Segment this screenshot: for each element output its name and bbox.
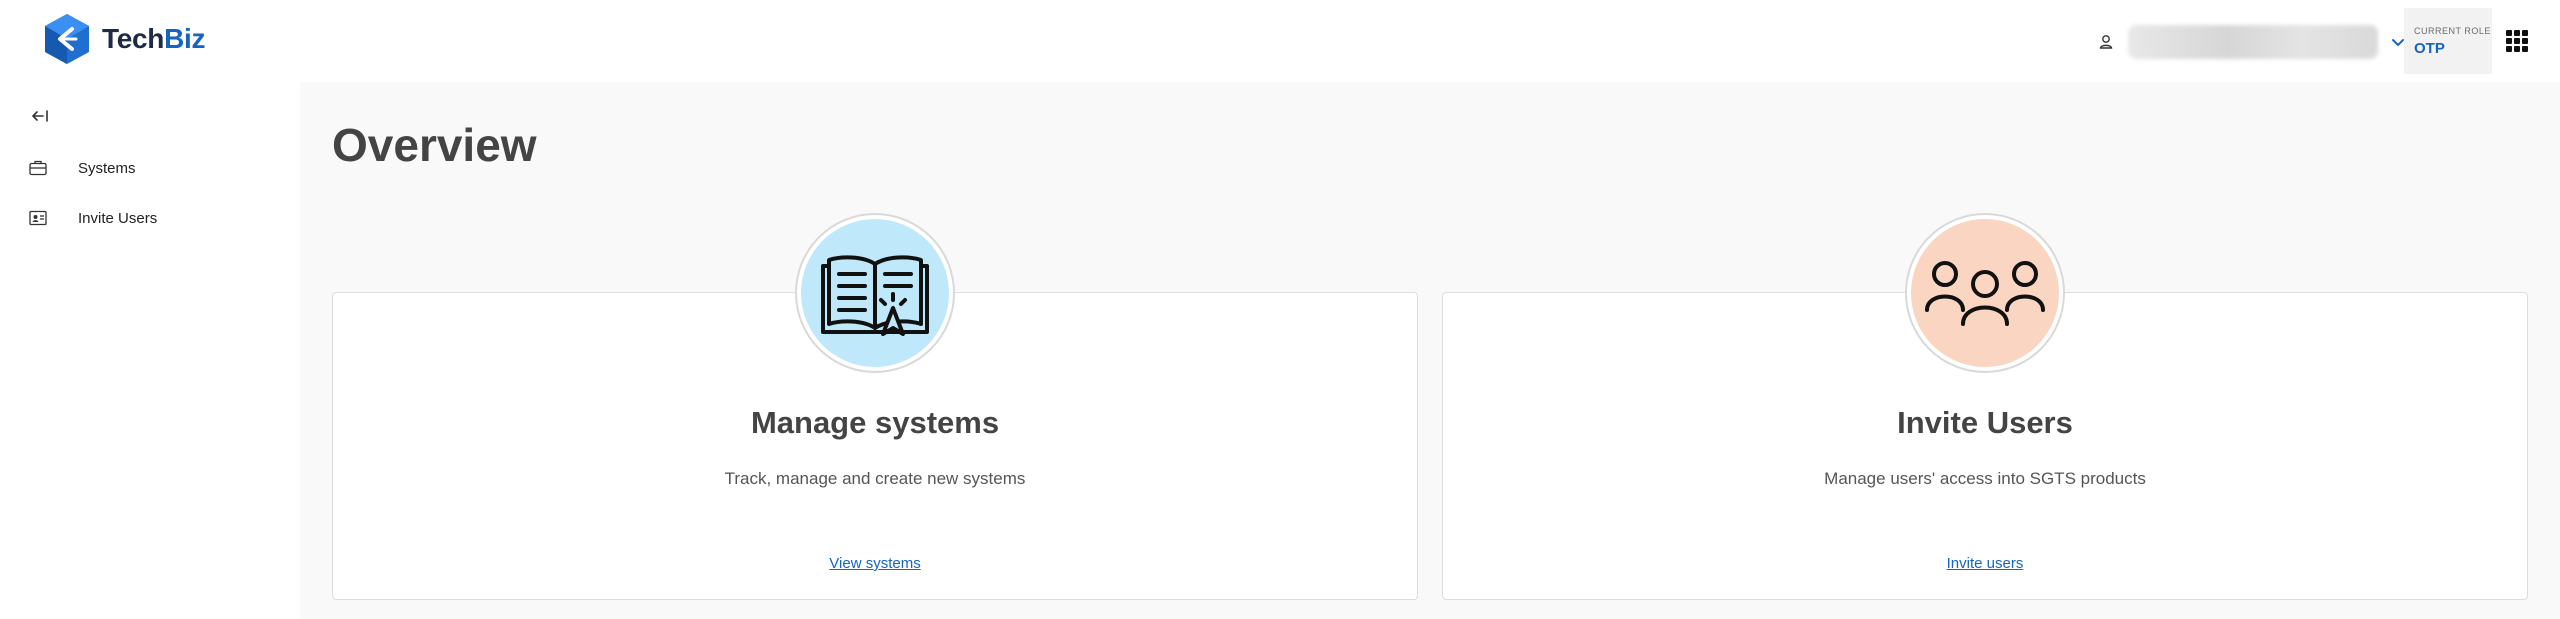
user-icon [2099, 35, 2113, 49]
top-header: TechBiz CURRENT ROLE OTP [0, 0, 2560, 82]
user-name-redacted [2128, 25, 2378, 59]
sidebar-item-invite-users[interactable]: Invite Users [28, 203, 157, 233]
briefcase-icon [29, 160, 47, 176]
group-users-icon [1925, 261, 2045, 326]
view-systems-link[interactable]: View systems [333, 555, 1417, 572]
current-role-selector[interactable]: CURRENT ROLE OTP [2404, 8, 2492, 74]
book-cursor-icon [821, 255, 929, 336]
card-description: Track, manage and create new systems [724, 469, 1026, 488]
techbiz-logo-icon [45, 14, 89, 64]
user-menu[interactable] [2096, 22, 2408, 62]
card-description: Manage users' access into SGTS products [1824, 469, 2146, 488]
current-role-label: CURRENT ROLE [2414, 26, 2491, 36]
card-title: Invite Users [1897, 405, 2073, 440]
sidebar-item-label: Invite Users [78, 209, 158, 227]
invite-users-link[interactable]: Invite users [1443, 555, 2527, 572]
sidebar-item-systems[interactable]: Systems [28, 153, 136, 183]
manage-systems-illustration [795, 213, 955, 373]
invite-users-illustration [1905, 213, 2065, 373]
brand-prefix: Tech [102, 23, 165, 54]
arrow-left-bar-icon[interactable] [28, 104, 52, 128]
sidebar-item-label: Systems [78, 159, 136, 177]
current-role-value: OTP [2414, 40, 2445, 57]
card-title: Manage systems [750, 405, 1000, 440]
brand-suffix: Biz [164, 23, 206, 54]
apps-grid-icon[interactable] [2506, 30, 2528, 52]
brand-name: TechBiz [102, 23, 205, 55]
brand-logo[interactable]: TechBiz [42, 12, 205, 66]
contact-card-icon [29, 210, 47, 226]
main-content: Overview Manage systems Track, manage an… [300, 82, 2560, 619]
sidebar: Systems Invite Users [0, 82, 300, 619]
page-title: Overview [332, 119, 537, 171]
